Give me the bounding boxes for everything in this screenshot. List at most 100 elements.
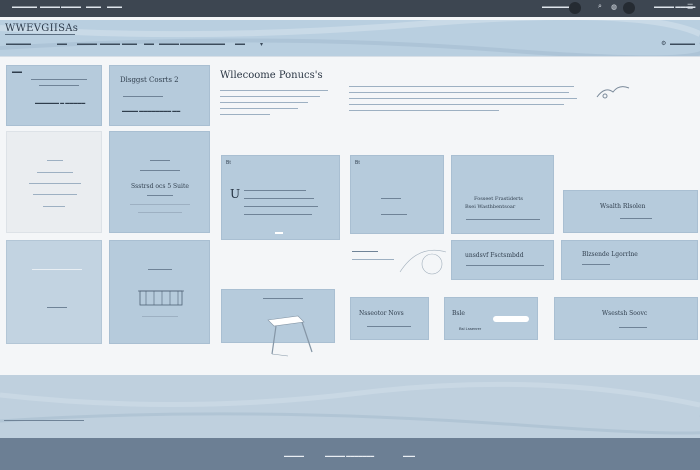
main-nav-link[interactable]: ▬▬ xyxy=(57,41,67,47)
main-nav-link[interactable]: ▬▬▬▬ xyxy=(77,41,97,47)
bottom-band xyxy=(0,375,700,438)
main-nav-link[interactable]: ▬▬▬▬▬ xyxy=(6,41,31,47)
site-logo[interactable]: WWEVGIISAs xyxy=(5,23,78,34)
footer-link[interactable]: ▬▬▬▬▬ ▬▬▬▬▬▬▬ xyxy=(325,453,374,458)
card-title: Wsestsh Soovc xyxy=(602,310,648,317)
text-line xyxy=(244,206,318,207)
gallery-card[interactable] xyxy=(6,240,102,344)
dub-card[interactable]: unsdsvf Fsctsmbdd xyxy=(451,240,554,280)
card-title: Nsseotor Novs xyxy=(359,310,404,317)
top-nav-link[interactable]: ▬▬▬▬ xyxy=(40,4,60,10)
header-divider xyxy=(0,56,700,57)
nova-card[interactable]: Nsseotor Novs xyxy=(350,297,429,340)
product-image xyxy=(493,316,529,322)
bird-illustration xyxy=(596,86,630,99)
text-line xyxy=(367,326,411,327)
text-line xyxy=(244,214,312,215)
wealth-card[interactable]: Wsalth Rlsolen xyxy=(563,190,698,233)
top-nav-link[interactable]: ▬▬▬▬▬ xyxy=(12,4,37,10)
footer-link[interactable]: ▬▬▬▬▬ xyxy=(284,453,304,458)
text-line xyxy=(620,218,652,219)
text-line xyxy=(381,214,407,215)
text-line xyxy=(138,212,182,213)
text-line xyxy=(43,206,65,207)
top-nav-link[interactable]: ▬▬▬ xyxy=(86,4,101,10)
card-subtitle: Bsei Wasthbentsoar xyxy=(465,204,516,210)
main-nav-link[interactable]: ▬▬▬▬ xyxy=(100,41,120,47)
text-line xyxy=(140,170,180,171)
cart-icon[interactable]: ◍ xyxy=(611,3,617,11)
intro-paragraph xyxy=(349,86,579,111)
card-label: Bt xyxy=(226,160,231,166)
main-nav-link[interactable]: ▬▬▬ xyxy=(122,41,137,47)
text-line xyxy=(142,316,178,317)
top-nav-link[interactable]: ▬▬▬▬ xyxy=(61,4,81,10)
text-line xyxy=(150,160,170,161)
text-line xyxy=(244,190,306,191)
text-line xyxy=(148,269,172,270)
featured-article-card[interactable]: Bt U xyxy=(221,155,340,240)
text-line xyxy=(263,298,303,299)
profile-avatar[interactable] xyxy=(623,2,635,14)
service-card-bt[interactable]: Bt xyxy=(350,155,444,234)
chair-illustration xyxy=(267,315,313,357)
text-line xyxy=(352,259,394,260)
text-line xyxy=(147,195,173,196)
text-line xyxy=(4,420,84,421)
sketch-lines xyxy=(399,249,447,275)
info-card-1[interactable]: ▬▬ ▬▬▬▬▬▬ ▬ ▬▬▬▬▬ xyxy=(6,65,102,126)
main-nav-link[interactable]: ▬▬ xyxy=(235,41,245,47)
text-line xyxy=(39,85,79,86)
pager-dot[interactable] xyxy=(275,232,283,234)
main-nav-link[interactable]: ▬▬ xyxy=(144,41,154,47)
banner-texture xyxy=(0,20,700,56)
card-caption: ▬▬▬▬▬▬ ▬ ▬▬▬▬▬ xyxy=(35,100,86,105)
welcome-paragraph xyxy=(220,90,332,115)
text-line xyxy=(352,251,378,252)
text-line xyxy=(381,198,401,199)
main-nav-link[interactable]: ▬▬▬▬ xyxy=(205,41,225,47)
text-line xyxy=(123,96,163,97)
feature-card-tall[interactable]: Ssstrsd ocs 5 Suite xyxy=(109,131,210,233)
card-caption: ▬▬▬▬ ▬▬▬▬▬▬▬▬ ▬▬ xyxy=(122,108,181,113)
card-title: Dlsggst Cosrts 2 xyxy=(120,76,179,84)
architecture-card[interactable] xyxy=(109,240,210,344)
text-line xyxy=(619,327,647,328)
top-nav-bar: ▬▬▬▬▬ ▬▬▬▬ ▬▬▬▬ ▬▬▬ ▬▬▬ ▬▬▬▬▬▬ ⌕ ◍ ▬▬▬▬ … xyxy=(0,0,700,17)
top-nav-right-link[interactable]: ▬▬▬▬▬▬ xyxy=(542,4,572,10)
info-card-2[interactable]: Dlsggst Cosrts 2 ▬▬▬▬ ▬▬▬▬▬▬▬▬ ▬▬ xyxy=(109,65,210,126)
band-texture xyxy=(0,381,700,435)
sketch-illustration xyxy=(350,240,450,280)
product-card[interactable]: Fosseet Frastiderts Bsei Wasthbentsoar xyxy=(451,155,554,234)
text-line xyxy=(29,183,81,184)
text-line xyxy=(47,307,67,308)
card-title: Blzsende Lgorrlne xyxy=(582,251,638,258)
card-title: Wsalth Rlsolen xyxy=(600,203,646,210)
settings-icon[interactable]: ⚙ xyxy=(661,40,666,47)
card-title: Bsle xyxy=(452,310,465,317)
brand-card[interactable]: Blzsende Lgorrlne xyxy=(561,240,698,280)
welcome-heading: Wllecoome Ponucs's xyxy=(220,70,323,81)
bl-card[interactable]: Bsle Bsl Lssenrer xyxy=(444,297,538,340)
main-nav-link[interactable]: ▬▬▬▬ xyxy=(159,41,179,47)
main-nav-extra[interactable]: ▬▬▬▬▬ xyxy=(670,41,695,47)
user-avatar[interactable] xyxy=(569,2,581,14)
hero-banner xyxy=(0,20,700,56)
nav-dropdown-icon[interactable]: ▾ xyxy=(260,41,263,48)
top-nav-link[interactable]: ▬▬▬ xyxy=(107,4,122,10)
product-card-grey[interactable] xyxy=(6,131,102,233)
card-title: Ssstrsd ocs 5 Suite xyxy=(131,183,189,190)
text-line xyxy=(466,265,544,266)
building-illustration xyxy=(138,290,184,306)
service-card[interactable]: Wsestsh Soovc xyxy=(554,297,698,340)
card-label: ▬▬ xyxy=(12,69,22,75)
card-title: Fosseet Frastiderts xyxy=(474,196,523,202)
card-title: unsdsvf Fsctsmbdd xyxy=(465,252,524,259)
menu-icon[interactable]: ☰ xyxy=(687,3,693,11)
footer-link[interactable]: ▬▬▬ xyxy=(403,453,415,458)
logo-underline xyxy=(5,34,75,35)
text-line xyxy=(244,198,314,199)
card-label: Bt xyxy=(355,160,360,166)
search-icon[interactable]: ⌕ xyxy=(598,3,602,11)
text-line xyxy=(130,204,190,205)
